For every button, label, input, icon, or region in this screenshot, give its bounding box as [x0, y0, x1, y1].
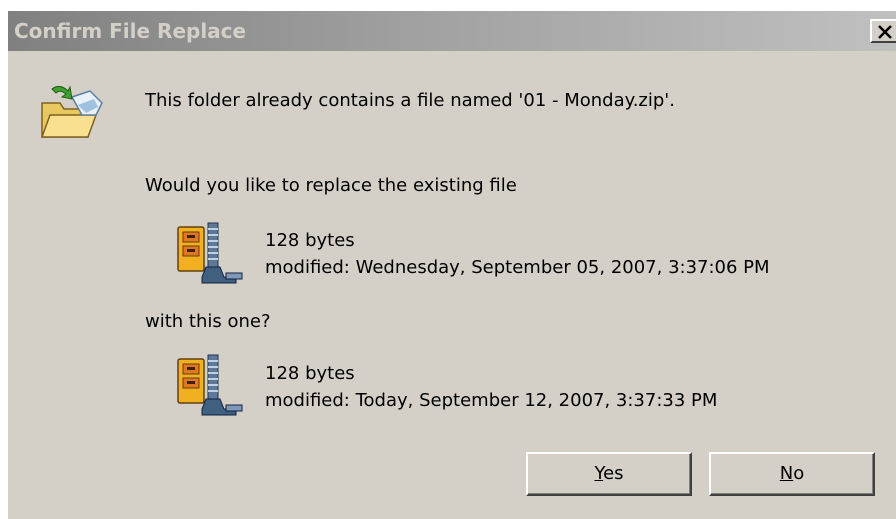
new-file-modified: modified: Today, September 12, 2007, 3:3…	[265, 390, 718, 411]
folder-replace-icon	[40, 85, 103, 138]
close-button[interactable]	[870, 19, 896, 43]
confirm-file-replace-dialog: Confirm File Replace This folder already…	[8, 11, 896, 519]
dialog-title: Confirm File Replace	[14, 19, 247, 43]
yes-label-rest: es	[603, 463, 624, 484]
no-button[interactable]: No	[709, 452, 875, 496]
close-icon	[878, 25, 892, 39]
new-file-size: 128 bytes	[265, 363, 355, 384]
existing-file-modified: modified: Wednesday, September 05, 2007,…	[265, 257, 770, 278]
title-bar[interactable]: Confirm File Replace	[8, 11, 896, 51]
yes-button[interactable]: Yes	[526, 452, 692, 496]
new-file-zip-icon	[177, 354, 243, 416]
yes-mnemonic: Y	[594, 463, 604, 484]
replace-question: Would you like to replace the existing f…	[145, 175, 517, 196]
replace-message: This folder already contains a file name…	[145, 90, 675, 111]
no-label-rest: o	[793, 463, 805, 484]
with-this-one-label: with this one?	[145, 311, 271, 332]
existing-file-size: 128 bytes	[265, 230, 355, 251]
existing-file-zip-icon	[177, 222, 243, 284]
no-mnemonic: N	[779, 463, 794, 484]
